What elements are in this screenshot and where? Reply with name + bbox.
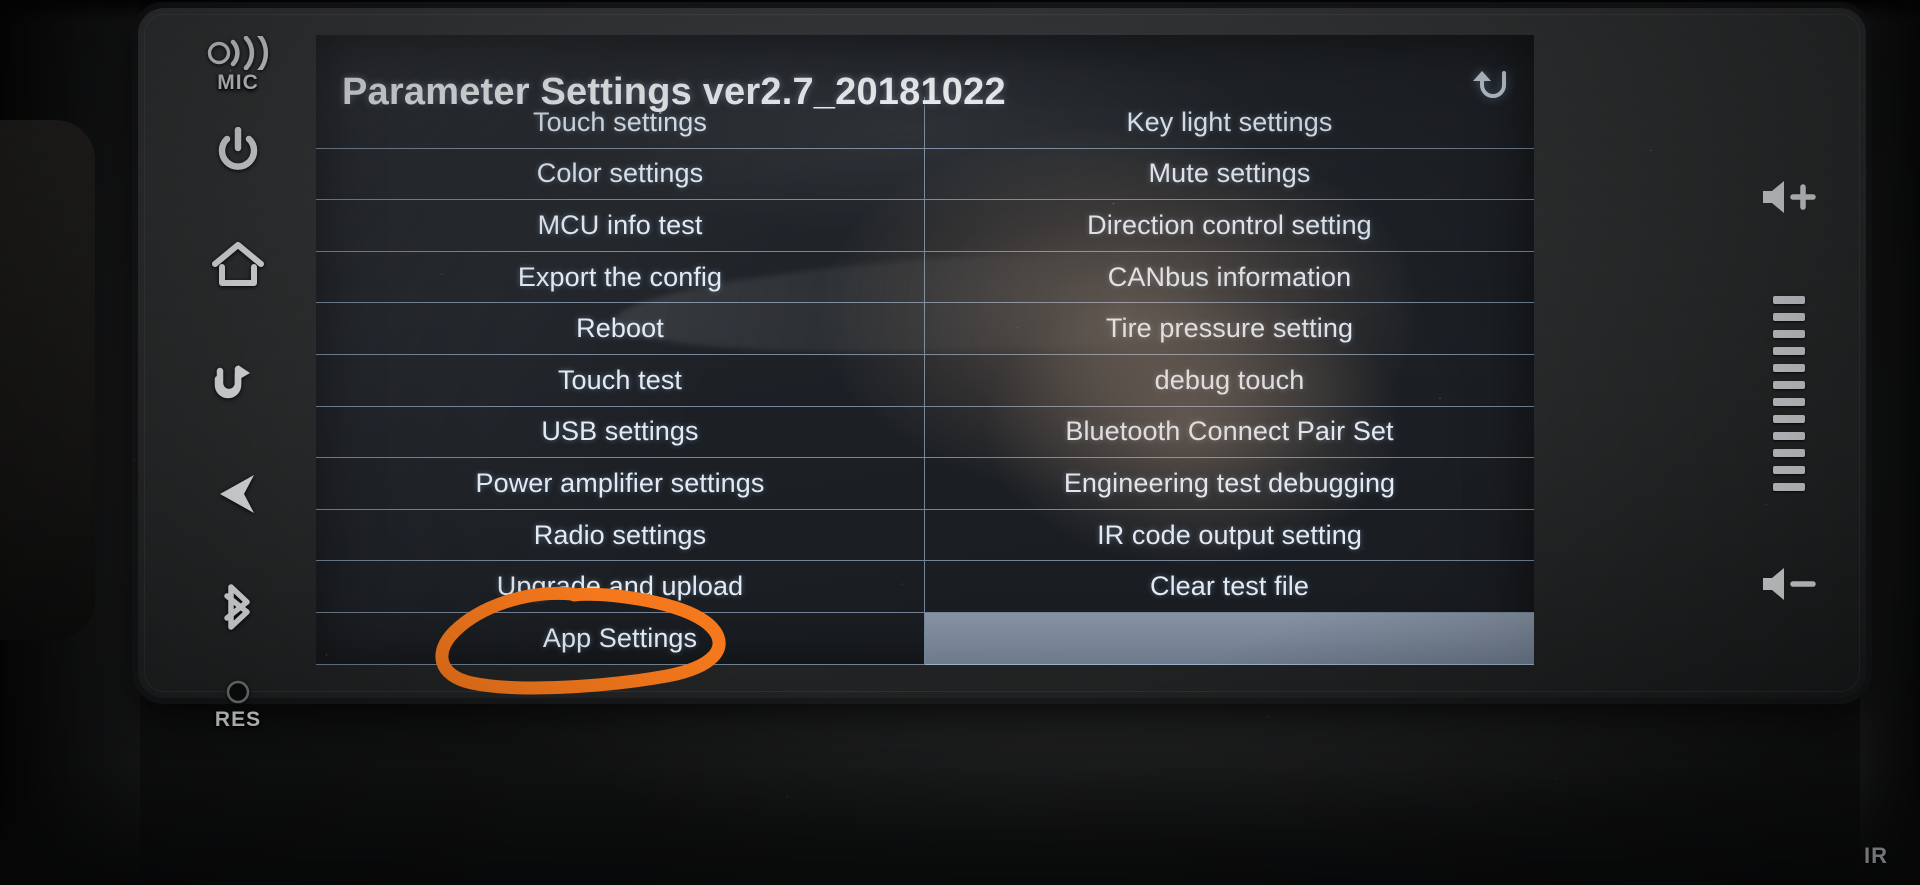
home-icon <box>211 241 265 287</box>
menu-item-debug-touch[interactable]: debug touch <box>925 355 1534 407</box>
volume-rung <box>1773 431 1805 440</box>
ir-label: IR <box>1864 843 1888 868</box>
menu-item-engineering-test-debugging[interactable]: Engineering test debugging <box>925 458 1534 510</box>
menu-item-radio-settings[interactable]: Radio settings <box>316 509 925 562</box>
navigation-button[interactable] <box>192 469 284 519</box>
menu-item-reboot[interactable]: Reboot <box>316 303 925 355</box>
reset-pinhole-icon <box>223 677 253 707</box>
menu-item-clear-test-file[interactable]: Clear test file <box>925 561 1534 613</box>
mic-button[interactable]: MIC <box>192 36 284 95</box>
mic-button-label: MIC <box>217 71 259 94</box>
menu-item-usb-settings[interactable]: USB settings <box>316 406 925 459</box>
reset-button[interactable]: RES <box>192 677 284 732</box>
volume-up-button[interactable] <box>1759 178 1819 221</box>
power-icon <box>215 127 261 175</box>
home-button[interactable] <box>192 241 284 287</box>
menu-item-export-the-config[interactable]: Export the config <box>316 251 925 304</box>
bluetooth-button[interactable] <box>192 579 284 635</box>
volume-rung <box>1773 397 1805 406</box>
volume-up-icon <box>1759 181 1819 220</box>
settings-menu-grid: Touch settings Key light settings Color … <box>316 97 1534 665</box>
menu-item-tire-pressure-setting[interactable]: Tire pressure setting <box>925 303 1534 355</box>
volume-rung <box>1773 312 1805 321</box>
back-arrow-icon <box>1466 71 1510 109</box>
return-button[interactable] <box>192 357 284 399</box>
volume-ladder[interactable] <box>1773 295 1805 491</box>
back-button[interactable] <box>1466 67 1510 110</box>
volume-down-icon <box>1759 568 1819 607</box>
dashboard-scene: MIC RES Parameter Settings ver2.7_201810… <box>0 0 1920 885</box>
menu-item-touch-test[interactable]: Touch test <box>316 354 925 407</box>
reset-button-label: RES <box>214 708 262 731</box>
menu-item-key-light-settings[interactable]: Key light settings <box>925 97 1534 149</box>
volume-rung <box>1773 482 1805 491</box>
lcd-screen[interactable]: Parameter Settings ver2.7_20181022 Touch… <box>316 35 1534 665</box>
volume-rung <box>1773 448 1805 457</box>
volume-rung <box>1773 363 1805 372</box>
car-head-unit: MIC RES Parameter Settings ver2.7_201810… <box>138 8 1866 731</box>
navigation-arrow-icon <box>214 469 262 519</box>
menu-item-canbus-information[interactable]: CANbus information <box>925 252 1534 304</box>
volume-rung <box>1773 465 1805 474</box>
menu-item-upgrade-and-upload[interactable]: Upgrade and upload <box>316 561 925 613</box>
page-title: Parameter Settings ver2.7_20181022 <box>342 71 1006 113</box>
dashboard-right-trim <box>1860 0 1920 885</box>
volume-rung <box>1773 414 1805 423</box>
volume-rung <box>1773 295 1805 304</box>
volume-rung <box>1773 346 1805 355</box>
dashboard-bottom-trim <box>0 765 1920 885</box>
power-button[interactable] <box>192 127 284 175</box>
menu-item-bluetooth-connect-pair-set[interactable]: Bluetooth Connect Pair Set <box>925 407 1534 459</box>
bluetooth-icon <box>217 579 259 635</box>
left-button-column: MIC RES <box>178 30 298 731</box>
menu-item-mcu-info-test[interactable]: MCU info test <box>316 200 925 252</box>
microphone-icon <box>203 36 273 70</box>
menu-item-power-amplifier-settings[interactable]: Power amplifier settings <box>316 458 925 510</box>
volume-rung <box>1773 380 1805 389</box>
volume-rung <box>1773 329 1805 338</box>
menu-item-ir-code-output-setting[interactable]: IR code output setting <box>925 510 1534 562</box>
menu-item-mute-settings[interactable]: Mute settings <box>925 149 1534 201</box>
menu-item-app-settings[interactable]: App Settings <box>316 612 925 665</box>
menu-item-color-settings[interactable]: Color settings <box>316 148 925 201</box>
menu-item-direction-control-setting[interactable]: Direction control setting <box>925 200 1534 252</box>
dashboard-left-trim <box>0 0 140 885</box>
return-arrow-icon <box>210 357 266 399</box>
menu-item-empty-highlighted[interactable] <box>925 612 1534 665</box>
volume-down-button[interactable] <box>1759 565 1819 608</box>
right-volume-column <box>1734 178 1844 608</box>
